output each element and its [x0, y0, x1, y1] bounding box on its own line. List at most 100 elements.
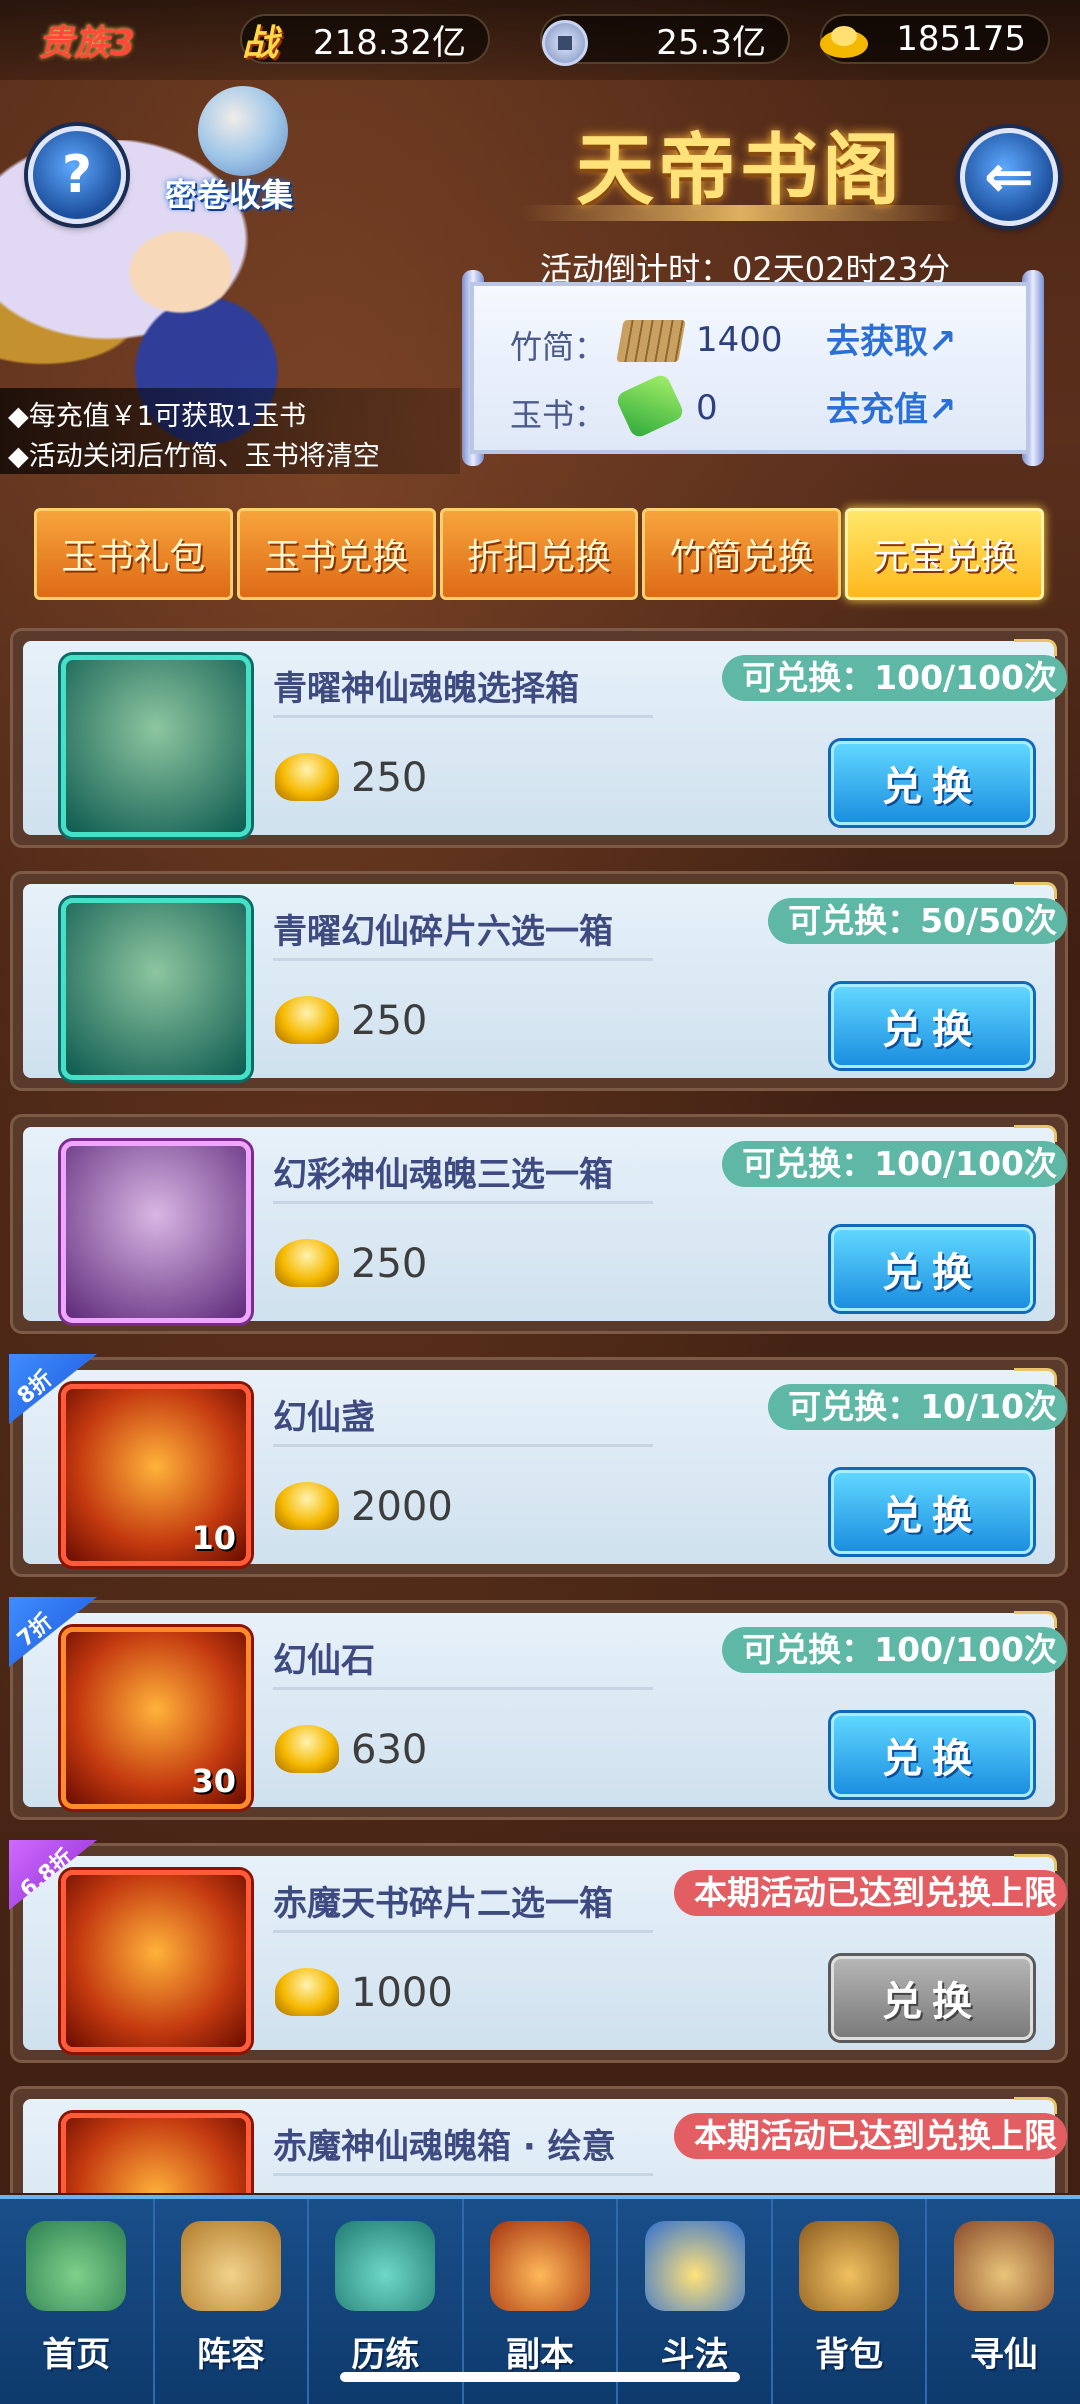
item-name: 幻彩神仙魂魄三选一箱 [273, 1155, 613, 1195]
nav-label: 历练 [351, 2335, 420, 2375]
power-value: 218.32亿 [313, 22, 466, 63]
item-price: 250 [351, 755, 428, 801]
corner-decoration [1014, 2097, 1057, 2114]
exchange-limit-badge: 本期活动已达到兑换上限 [674, 2113, 1067, 2159]
gold-ingot-icon [275, 1239, 339, 1287]
red-pouch-icon[interactable] [61, 1870, 251, 2052]
item-chest-icon[interactable] [61, 898, 251, 1080]
gold-ingot-icon [275, 1725, 339, 1773]
event-notes: ◆每充值￥1可获取1玉书 ◆活动关闭后竹简、玉书将清空 [0, 388, 460, 474]
exchange-button[interactable]: 兑换 [831, 1227, 1033, 1311]
crystal-ball-icon[interactable] [198, 86, 288, 176]
tab-jade-exchange[interactable]: 玉书兑换 [236, 508, 436, 600]
exchange-button[interactable]: 兑换 [831, 1713, 1033, 1797]
item-name: 青曜幻仙碎片六选一箱 [273, 912, 613, 952]
tab-bamboo-exchange[interactable]: 竹简兑换 [642, 508, 842, 600]
list-item: 幻彩神仙魂魄三选一箱 250 可兑换：100/100次 兑换 [10, 1114, 1068, 1334]
item-quantity: 30 [191, 1762, 236, 1800]
gold-ingot-icon [275, 1482, 339, 1530]
ingot-display: 185175 [820, 14, 1050, 64]
list-item: 青曜幻仙碎片六选一箱 250 可兑换：50/50次 兑换 [10, 871, 1068, 1091]
list-item: 赤魔神仙魂魄箱 · 绘意 本期活动已达到兑换上限 [10, 2086, 1068, 2193]
gold-ingot-icon [275, 996, 339, 1044]
lineup-icon [180, 2221, 281, 2311]
currency-panel: 竹简： 1400 去获取↗ 玉书： 0 去充值↗ [470, 282, 1030, 454]
copper-coin-icon [542, 20, 588, 66]
item-name: 赤魔天书碎片二选一箱 [273, 1884, 613, 1924]
exchange-button[interactable]: 兑换 [831, 1470, 1033, 1554]
item-chest-icon[interactable] [61, 1141, 251, 1323]
copper-display: 25.3亿 [540, 14, 790, 66]
gold-ingot-icon [275, 1968, 339, 2016]
nav-lineup[interactable]: 阵容 [155, 2199, 310, 2404]
item-name: 赤魔神仙魂魄箱 · 绘意 [273, 2127, 616, 2167]
seek-immortal-icon [953, 2221, 1054, 2311]
nav-label: 斗法 [660, 2335, 729, 2375]
corner-decoration [1014, 882, 1057, 899]
exchange-limit-badge: 本期活动已达到兑换上限 [674, 1870, 1067, 1916]
lotus-lamp-icon[interactable]: 10 [61, 1384, 251, 1566]
exchange-button[interactable]: 兑换 [831, 741, 1033, 825]
item-price: 250 [351, 1241, 428, 1287]
recharge-link[interactable]: 去充值↗ [826, 382, 957, 431]
nav-label: 副本 [506, 2335, 575, 2375]
back-button[interactable]: ⇐ [960, 128, 1058, 226]
exchange-limit-badge: 可兑换：100/100次 [722, 655, 1067, 701]
item-quantity: 10 [191, 1519, 236, 1557]
gold-ingot-icon [820, 26, 868, 58]
exchange-limit-badge: 可兑换：10/10次 [768, 1384, 1067, 1430]
get-bamboo-link[interactable]: 去获取↗ [826, 314, 957, 363]
fire-orb-icon[interactable]: 30 [61, 1627, 251, 1809]
exchange-tabs: 玉书礼包 玉书兑换 折扣兑换 竹简兑换 元宝兑换 [34, 508, 1044, 600]
secret-scroll-collect-label[interactable]: 密卷收集 [165, 170, 293, 216]
card-chest-icon[interactable] [61, 2113, 251, 2193]
jade-label: 玉书： [510, 396, 607, 434]
item-price: 1000 [351, 1970, 453, 2016]
battle-icon [644, 2221, 745, 2311]
power-display: 战 218.32亿 [240, 14, 490, 64]
backpack-icon [799, 2221, 900, 2311]
exchange-button[interactable]: 兑换 [831, 984, 1033, 1068]
item-name: 青曜神仙魂魄选择箱 [273, 669, 579, 709]
corner-decoration [1014, 1125, 1057, 1142]
page-title: 天帝书阁 [575, 126, 904, 216]
item-price: 630 [351, 1727, 428, 1773]
nav-label: 背包 [815, 2335, 884, 2375]
tab-discount-exchange[interactable]: 折扣兑换 [439, 508, 639, 600]
exchange-button-disabled[interactable]: 兑换 [831, 1956, 1033, 2040]
jade-book-icon [614, 372, 686, 440]
copper-value: 25.3亿 [656, 22, 766, 63]
nav-backpack[interactable]: 背包 [773, 2199, 928, 2404]
corner-decoration [1014, 1368, 1057, 1385]
tab-jade-gift[interactable]: 玉书礼包 [34, 508, 233, 600]
home-icon [26, 2221, 127, 2311]
tab-ingot-exchange[interactable]: 元宝兑换 [845, 508, 1044, 600]
exchange-limit-badge: 可兑换：100/100次 [722, 1141, 1067, 1187]
nav-label: 寻仙 [969, 2335, 1038, 2375]
home-indicator[interactable] [340, 2372, 740, 2382]
jade-value: 0 [696, 388, 718, 428]
nav-label: 阵容 [196, 2335, 265, 2375]
item-price: 250 [351, 998, 428, 1044]
exchange-limit-badge: 可兑换：50/50次 [768, 898, 1067, 944]
note-clear-rule: ◆活动关闭后竹简、玉书将清空 [8, 441, 380, 472]
item-name: 幻仙石 [273, 1641, 375, 1681]
ingot-value: 185175 [896, 19, 1026, 59]
exchange-list[interactable]: 青曜神仙魂魄选择箱 250 可兑换：100/100次 兑换 青曜幻仙碎片六选一箱… [0, 628, 1080, 2193]
help-button[interactable]: ? [28, 126, 126, 224]
nav-label: 首页 [42, 2335, 111, 2375]
vip-level-badge[interactable]: 贵族3 [38, 14, 135, 66]
corner-decoration [1014, 1611, 1057, 1628]
training-icon [335, 2221, 436, 2311]
nav-seek-immortal[interactable]: 寻仙 [927, 2199, 1080, 2404]
exchange-limit-badge: 可兑换：100/100次 [722, 1627, 1067, 1673]
title-cloud-decoration [520, 205, 960, 221]
top-resource-bar: 贵族3 战 218.32亿 25.3亿 185175 [0, 0, 1080, 80]
item-chest-icon[interactable] [61, 655, 251, 837]
gold-ingot-icon [275, 753, 339, 801]
bamboo-label: 竹简： [510, 328, 607, 366]
dungeon-icon [490, 2221, 591, 2311]
list-item: 10 8折 幻仙盏 2000 可兑换：10/10次 兑换 [9, 1354, 1068, 1577]
list-item: 30 7折 幻仙石 630 可兑换：100/100次 兑换 [9, 1597, 1068, 1820]
nav-home[interactable]: 首页 [0, 2199, 155, 2404]
